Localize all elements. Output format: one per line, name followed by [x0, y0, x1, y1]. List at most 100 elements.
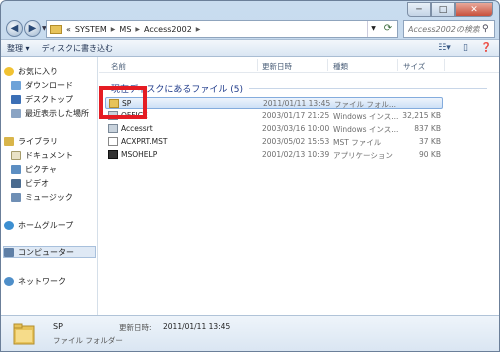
file-name: MSOHELP	[121, 150, 158, 159]
preview-pane-icon[interactable]: ▯	[459, 43, 472, 54]
nav-item-desktop[interactable]: デスクトップ	[11, 93, 73, 105]
column-header-type[interactable]: 種類	[333, 61, 348, 72]
address-controls: ▼ ⟳	[367, 21, 397, 37]
desktop-icon	[11, 94, 21, 104]
column-header-row: 名前 更新日時 種類 サイズ	[99, 57, 499, 73]
file-row-office[interactable]: OFFICE 2003/01/17 21:25 Windows インス... 3…	[105, 110, 443, 122]
nav-item-documents[interactable]: ドキュメント	[11, 149, 73, 161]
nav-label: ドキュメント	[25, 150, 73, 160]
videos-icon	[11, 178, 21, 188]
minimize-button[interactable]: ─	[407, 2, 431, 17]
nav-label: ダウンロード	[25, 80, 73, 90]
nav-label: ネットワーク	[18, 276, 66, 286]
nav-item-recent[interactable]: 最近表示した場所	[11, 107, 89, 119]
chevron-right-icon[interactable]: ▶	[111, 26, 116, 33]
view-options-icon[interactable]: ☷▾	[438, 43, 451, 54]
star-icon	[4, 66, 14, 76]
installer-icon	[108, 124, 118, 133]
file-row-acxprt[interactable]: ACXPRT.MST 2003/05/02 15:53 MST ファイル 37 …	[105, 136, 443, 148]
file-row-accessrt[interactable]: Accessrt 2003/03/16 10:00 Windows インス...…	[105, 123, 443, 135]
nav-item-libraries[interactable]: ライブラリ	[4, 135, 58, 147]
nav-label: ピクチャ	[25, 164, 57, 174]
file-list: 名前 更新日時 種類 サイズ 現在ディスクにあるファイル (5) SP 2011…	[99, 57, 499, 315]
file-date: 2011/01/11 13:45	[263, 99, 331, 108]
explorer-window: ─ □ ✕ ◀ ▶ ▼ « SYSTEM ▶ MS ▶ Access2002 ▶…	[0, 0, 500, 352]
help-icon[interactable]: ❓	[480, 43, 493, 54]
details-pane: SP ファイル フォルダー 更新日時: 2011/01/11 13:45	[1, 315, 499, 351]
file-type: MST ファイル	[333, 138, 382, 147]
breadcrumb-overflow[interactable]: «	[66, 25, 71, 34]
view-controls: ☷▾ ▯ ❓	[430, 43, 493, 54]
refresh-icon[interactable]: ⟳	[379, 21, 397, 37]
file-size: 837 KB	[414, 124, 441, 133]
forward-button[interactable]: ▶	[24, 20, 41, 37]
navigation-pane: お気に入り ダウンロード デスクトップ 最近表示した場所 ライブラリ ドキュメン…	[1, 57, 98, 315]
nav-label: ミュージック	[25, 192, 73, 202]
file-size: 32,215 KB	[402, 111, 441, 120]
file-type: Windows インス...	[333, 112, 399, 121]
breadcrumb-system[interactable]: SYSTEM	[75, 25, 107, 34]
nav-item-downloads[interactable]: ダウンロード	[11, 79, 73, 91]
library-icon	[4, 136, 14, 146]
details-modified-label: 更新日時:	[119, 323, 152, 332]
file-date: 2001/02/13 10:39	[262, 150, 330, 159]
content-area: お気に入り ダウンロード デスクトップ 最近表示した場所 ライブラリ ドキュメン…	[1, 57, 499, 315]
organize-button[interactable]: 整理 ▾	[7, 43, 30, 54]
nav-label: デスクトップ	[25, 94, 73, 104]
file-row-msohelp[interactable]: MSOHELP 2001/02/13 10:39 アプリケーション 90 KB	[105, 149, 443, 161]
back-button[interactable]: ◀	[6, 20, 23, 37]
search-box[interactable]: ⚲	[403, 20, 495, 38]
nav-item-music[interactable]: ミュージック	[11, 191, 73, 203]
chevron-right-icon[interactable]: ▶	[135, 26, 140, 33]
address-bar[interactable]: « SYSTEM ▶ MS ▶ Access2002 ▶ ▼ ⟳	[46, 20, 398, 38]
nav-item-videos[interactable]: ビデオ	[11, 177, 49, 189]
nav-label: お気に入り	[18, 66, 58, 76]
pictures-icon	[11, 164, 21, 174]
search-input[interactable]	[408, 24, 480, 34]
file-icon	[108, 137, 118, 146]
maximize-button[interactable]: □	[431, 2, 455, 17]
column-header-size[interactable]: サイズ	[403, 61, 425, 72]
file-size: 90 KB	[419, 150, 441, 159]
computer-icon	[4, 247, 14, 257]
folder-icon	[50, 24, 62, 34]
file-date: 2003/05/02 15:53	[262, 137, 330, 146]
search-icon[interactable]: ⚲	[482, 24, 489, 34]
nav-label: コンピューター	[18, 247, 74, 257]
details-name: SP	[53, 322, 63, 331]
column-header-date[interactable]: 更新日時	[262, 61, 292, 72]
breadcrumb-ms[interactable]: MS	[119, 25, 131, 34]
close-button[interactable]: ✕	[455, 2, 493, 17]
highlight-box	[99, 86, 147, 119]
nav-item-favorites[interactable]: お気に入り	[4, 65, 58, 77]
details-type: ファイル フォルダー	[53, 336, 123, 345]
nav-item-network[interactable]: ネットワーク	[4, 275, 66, 287]
caption-buttons: ─ □ ✕	[407, 2, 493, 17]
file-name: Accessrt	[121, 124, 153, 133]
nav-label: ホームグループ	[18, 220, 74, 230]
file-type: ファイル フォル...	[334, 100, 397, 109]
file-date: 2003/01/17 21:25	[262, 111, 330, 120]
breadcrumb-access2002[interactable]: Access2002	[144, 25, 192, 34]
music-icon	[11, 192, 21, 202]
command-bar: 整理 ▾ ディスクに書き込む ☷▾ ▯ ❓	[1, 39, 499, 57]
file-row-sp[interactable]: SP 2011/01/11 13:45 ファイル フォル...	[105, 97, 443, 109]
nav-label: 最近表示した場所	[25, 108, 89, 118]
navigation-buttons: ◀ ▶ ▼	[6, 20, 51, 37]
address-dropdown-icon[interactable]: ▼	[367, 21, 379, 37]
file-name: ACXPRT.MST	[121, 137, 168, 146]
network-icon	[4, 276, 14, 286]
chevron-right-icon[interactable]: ▶	[196, 26, 201, 33]
group-divider	[249, 88, 487, 89]
nav-item-pictures[interactable]: ピクチャ	[11, 163, 57, 175]
file-type: Windows インス...	[333, 125, 399, 134]
file-type: アプリケーション	[333, 151, 393, 160]
file-date: 2003/03/16 10:00	[262, 124, 330, 133]
app-icon	[108, 150, 118, 159]
nav-item-homegroup[interactable]: ホームグループ	[4, 219, 73, 231]
nav-item-computer[interactable]: コンピューター	[3, 246, 96, 258]
column-header-name[interactable]: 名前	[111, 61, 126, 72]
recent-places-icon	[11, 108, 21, 118]
burn-to-disc-button[interactable]: ディスクに書き込む	[42, 43, 113, 54]
downloads-icon	[11, 80, 21, 90]
